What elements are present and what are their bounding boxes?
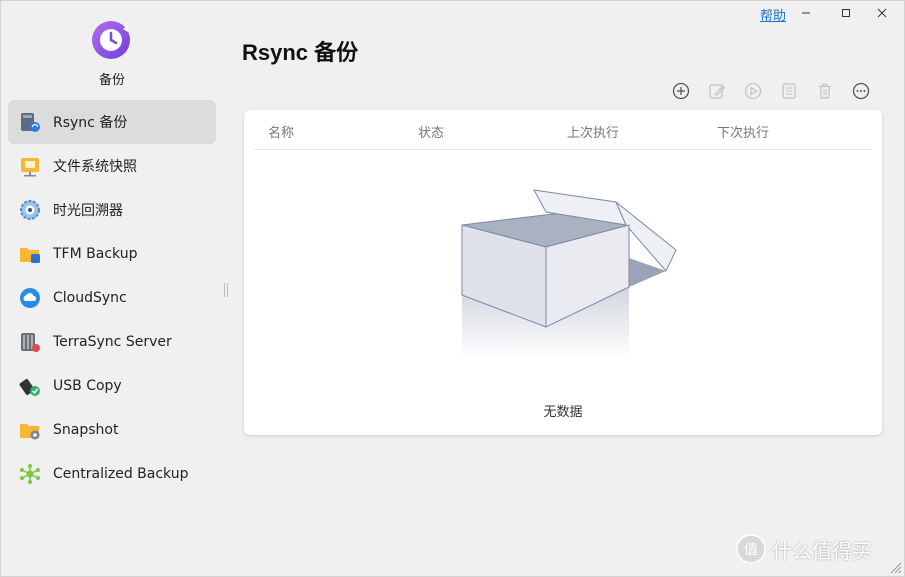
network-icon bbox=[19, 463, 41, 485]
maximize-icon bbox=[842, 9, 850, 17]
column-header-next-run[interactable]: 下次执行 bbox=[717, 122, 769, 141]
watermark: 值 什么值得买 bbox=[736, 534, 872, 564]
log-button[interactable] bbox=[777, 79, 801, 103]
cloud-icon bbox=[19, 287, 41, 309]
sidebar-item-snapshot[interactable]: Snapshot bbox=[8, 408, 216, 452]
sidebar-item-rsync[interactable]: Rsync 备份 bbox=[8, 100, 216, 144]
app-name: 备份 bbox=[98, 73, 125, 88]
sidebar-item-fs-snapshot[interactable]: 文件系统快照 bbox=[8, 144, 216, 188]
sidebar-item-cloudsync[interactable]: CloudSync bbox=[8, 276, 216, 320]
sidebar-item-terrasync-server[interactable]: TerraSync Server bbox=[8, 320, 216, 364]
page-title: Rsync 备份 bbox=[242, 40, 359, 65]
sidebar-resize-handle[interactable] bbox=[224, 283, 228, 297]
sidebar-item-label: Centralized Backup bbox=[53, 466, 189, 482]
minimize-button[interactable] bbox=[793, 3, 819, 23]
snapshot-folder-icon bbox=[19, 155, 41, 177]
task-list-panel: 名称 状态 上次执行 下次执行 无数据 bbox=[244, 110, 882, 435]
sidebar-item-time-machine[interactable]: 时光回溯器 bbox=[8, 188, 216, 232]
sidebar-item-label: Snapshot bbox=[53, 422, 119, 438]
sidebar-item-label: 时光回溯器 bbox=[53, 203, 123, 219]
edit-button[interactable] bbox=[705, 79, 729, 103]
server-icon bbox=[19, 331, 41, 353]
empty-state-text: 无数据 bbox=[543, 405, 583, 420]
column-header-status[interactable]: 状态 bbox=[418, 122, 444, 141]
sidebar-item-label: CloudSync bbox=[53, 290, 127, 306]
sidebar-item-label: 文件系统快照 bbox=[53, 159, 137, 175]
usb-icon bbox=[19, 375, 41, 397]
watermark-text: 什么值得买 bbox=[772, 538, 872, 563]
more-icon bbox=[852, 82, 870, 100]
sidebar-item-tfm-backup[interactable]: TFM Backup bbox=[8, 232, 216, 276]
sidebar-nav: Rsync 备份 文件系统快照 时光回溯器 TFM Backup CloudSy… bbox=[8, 100, 216, 496]
toolbar bbox=[669, 79, 885, 103]
sidebar-item-usb-copy[interactable]: USB Copy bbox=[8, 364, 216, 408]
sidebar-item-label: TFM Backup bbox=[53, 246, 138, 262]
sidebar-item-centralized-backup[interactable]: Centralized Backup bbox=[8, 452, 216, 496]
more-button[interactable] bbox=[849, 79, 873, 103]
add-button[interactable] bbox=[669, 79, 693, 103]
empty-box-illustration bbox=[461, 189, 677, 360]
snapshot-camera-folder-icon bbox=[19, 419, 41, 441]
sidebar-item-label: USB Copy bbox=[53, 378, 122, 394]
sidebar-item-label: TerraSync Server bbox=[53, 334, 172, 350]
rsync-icon bbox=[19, 111, 41, 133]
close-icon bbox=[877, 8, 887, 18]
tfm-folder-icon bbox=[19, 243, 41, 265]
run-button[interactable] bbox=[741, 79, 765, 103]
log-icon bbox=[782, 83, 796, 99]
help-link[interactable]: 帮助 bbox=[760, 5, 786, 24]
table-header: 名称 状态 上次执行 下次执行 bbox=[254, 110, 872, 150]
app-window: 帮助 备份 Rsync 备份 文件系统快照 时光回溯器 TFM Backup C… bbox=[0, 0, 905, 577]
edit-icon bbox=[709, 84, 726, 99]
close-button[interactable] bbox=[869, 3, 895, 23]
watermark-logo-icon: 值 bbox=[736, 534, 766, 564]
maximize-button[interactable] bbox=[833, 3, 859, 23]
time-machine-icon bbox=[19, 199, 41, 221]
column-header-last-run[interactable]: 上次执行 bbox=[567, 122, 619, 141]
minimize-icon bbox=[802, 12, 810, 14]
backup-clock-icon bbox=[92, 21, 130, 59]
column-header-name[interactable]: 名称 bbox=[268, 122, 294, 141]
resize-grip-icon[interactable] bbox=[888, 560, 902, 574]
delete-icon bbox=[819, 83, 831, 99]
svg-text:值: 值 bbox=[744, 542, 758, 558]
run-icon bbox=[744, 82, 762, 100]
sidebar-item-label: Rsync 备份 bbox=[53, 115, 128, 131]
add-icon bbox=[672, 82, 690, 100]
delete-button[interactable] bbox=[813, 79, 837, 103]
